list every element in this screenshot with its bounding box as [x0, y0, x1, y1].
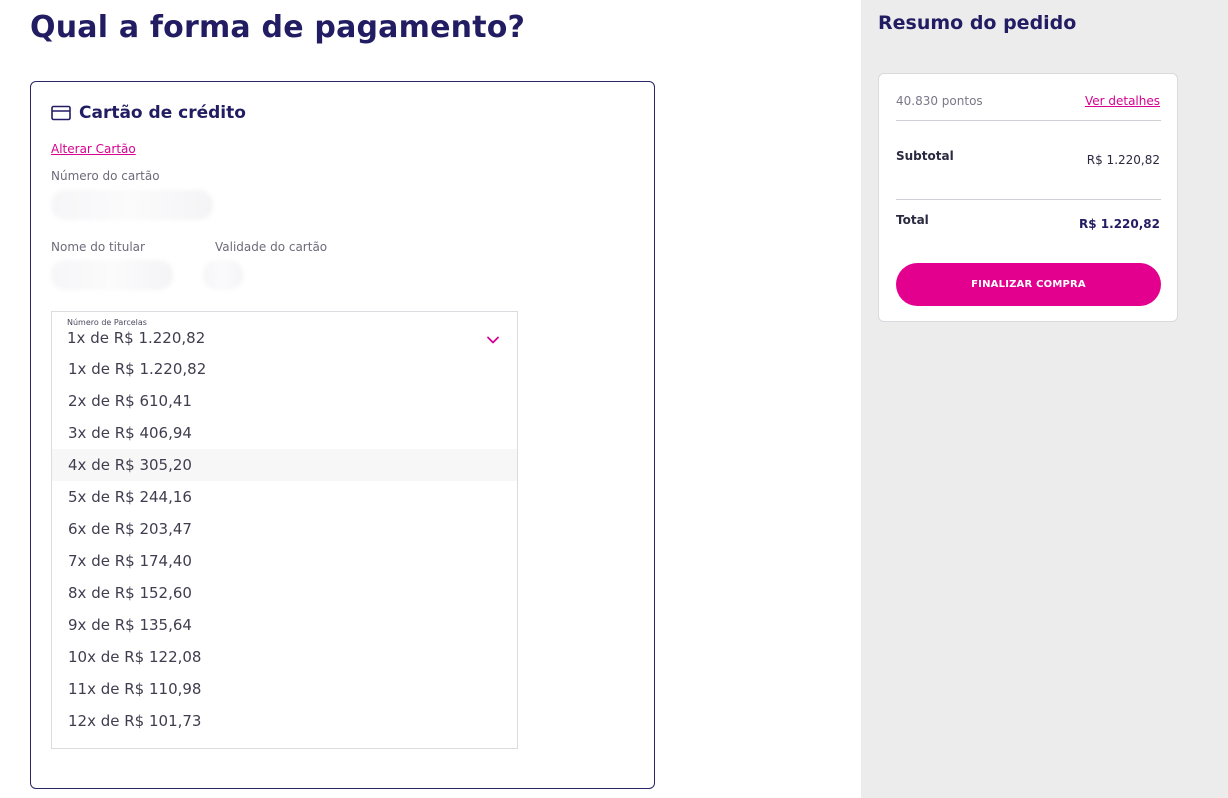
order-summary-title: Resumo do pedido [878, 12, 1077, 34]
subtotal-value: R$ 1.220,82 [1086, 153, 1160, 167]
installment-option-1[interactable]: 1x de R$ 1.220,82 [52, 353, 517, 385]
holder-name-field[interactable] [51, 260, 173, 290]
card-validity-field[interactable] [203, 260, 243, 290]
installments-label: Número de Parcelas [67, 318, 147, 327]
chevron-down-icon[interactable] [486, 331, 500, 344]
installment-option-8[interactable]: 8x de R$ 152,60 [52, 577, 517, 609]
order-summary-card: 40.830 pontos Ver detalhes Subtotal R$ 1… [878, 73, 1178, 322]
card-validity-label: Validade do cartão [215, 240, 328, 254]
installment-option-10[interactable]: 10x de R$ 122,08 [52, 641, 517, 673]
card-section-header: Cartão de crédito [51, 103, 246, 123]
summary-divider [896, 199, 1161, 200]
installments-selected-value[interactable]: 1x de R$ 1.220,82 [67, 329, 205, 347]
card-number-field[interactable] [51, 190, 213, 220]
installment-option-4[interactable]: 4x de R$ 305,20 [52, 449, 517, 481]
card-section-title: Cartão de crédito [79, 103, 246, 123]
finish-purchase-button[interactable]: FINALIZAR COMPRA [896, 263, 1161, 306]
installment-option-2[interactable]: 2x de R$ 610,41 [52, 385, 517, 417]
page-title: Qual a forma de pagamento? [30, 10, 526, 45]
installment-option-9[interactable]: 9x de R$ 135,64 [52, 609, 517, 641]
installments-options-list: 1x de R$ 1.220,82 2x de R$ 610,41 3x de … [52, 353, 517, 737]
credit-card-icon [51, 105, 71, 121]
view-details-link[interactable]: Ver detalhes [1085, 94, 1160, 108]
payment-method-card: Cartão de crédito Alterar Cartão Número … [30, 81, 655, 789]
installment-option-7[interactable]: 7x de R$ 174,40 [52, 545, 517, 577]
installment-option-5[interactable]: 5x de R$ 244,16 [52, 481, 517, 513]
order-summary-sidebar: Resumo do pedido 40.830 pontos Ver detal… [861, 0, 1228, 798]
change-card-link[interactable]: Alterar Cartão [51, 142, 136, 156]
total-label: Total [896, 213, 929, 227]
installment-option-3[interactable]: 3x de R$ 406,94 [52, 417, 517, 449]
points-amount: 40.830 pontos [896, 94, 983, 108]
installment-option-11[interactable]: 11x de R$ 110,98 [52, 673, 517, 705]
installment-option-12[interactable]: 12x de R$ 101,73 [52, 705, 517, 737]
summary-divider [896, 120, 1161, 121]
checkout-page: Qual a forma de pagamento? Cartão de cré… [0, 0, 1228, 798]
subtotal-label: Subtotal [896, 149, 954, 163]
total-value: R$ 1.220,82 [1079, 217, 1160, 231]
holder-name-label: Nome do titular [51, 240, 145, 254]
card-number-label: Número do cartão [51, 169, 160, 183]
installment-option-6[interactable]: 6x de R$ 203,47 [52, 513, 517, 545]
installments-select[interactable]: Número de Parcelas 1x de R$ 1.220,82 1x … [51, 311, 518, 749]
